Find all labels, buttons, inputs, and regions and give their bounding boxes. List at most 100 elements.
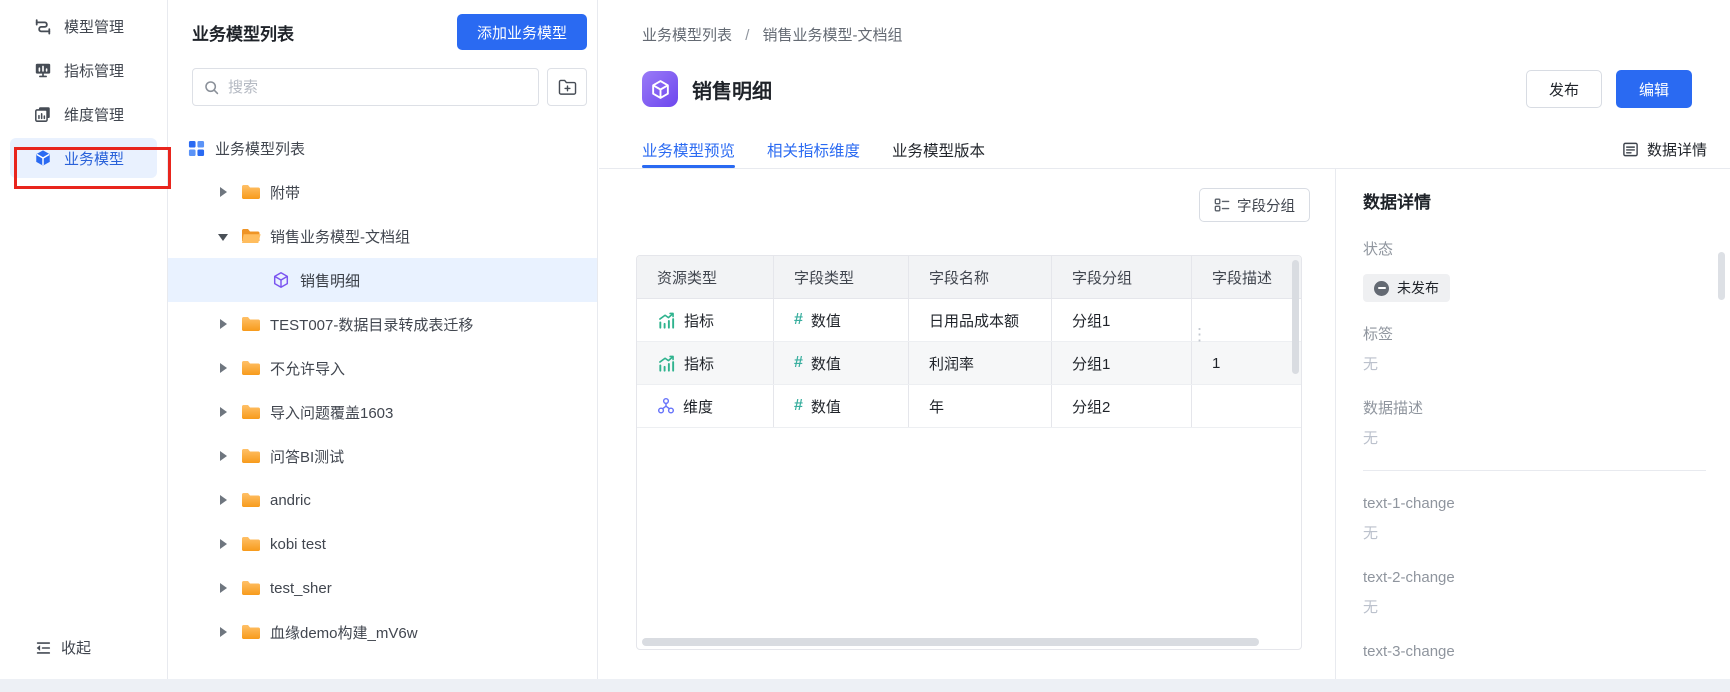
sidebar: 模型管理指标管理维度管理业务模型 收起 (0, 0, 168, 692)
data-detail-panel: 数据详情 状态未发布标签无数据描述无text-1-change无text-2-c… (1336, 169, 1730, 692)
chevron-right-icon[interactable] (218, 363, 228, 373)
folder-icon (241, 360, 261, 376)
field-group-button[interactable]: 字段分组 (1199, 188, 1310, 222)
field-type-cell: #数值 (774, 385, 909, 427)
sidebar-item-model-management[interactable]: 模型管理 (10, 6, 157, 46)
detail-label: 状态 (1363, 239, 1706, 261)
sidebar-item-label: 指标管理 (64, 60, 124, 81)
folder-icon (241, 404, 261, 420)
tree-folder-label: kobi test (270, 536, 326, 553)
table-toolbar: 字段分组 (1199, 188, 1310, 222)
tab-1[interactable]: 相关指标维度 (767, 131, 860, 168)
detail-sections: 状态未发布标签无数据描述无text-1-change无text-2-change… (1363, 239, 1706, 663)
chevron-right-icon[interactable] (218, 627, 228, 637)
tree-item[interactable]: andric (168, 478, 597, 522)
detail-value: 无 (1363, 354, 1706, 376)
folder-icon (241, 316, 261, 332)
chevron-right-icon[interactable] (218, 495, 228, 505)
tree-item[interactable]: test_sher (168, 566, 597, 610)
tree-item[interactable]: TEST007-数据目录转成表迁移 (168, 302, 597, 346)
status-badge-label: 未发布 (1397, 278, 1439, 298)
detail-value: 无 (1363, 523, 1706, 545)
sidebar-item-label: 维度管理 (64, 104, 124, 125)
field-desc-cell: 1 (1192, 342, 1301, 384)
chevron-right-icon[interactable] (218, 539, 228, 549)
section-divider (1363, 470, 1706, 471)
collapse-label: 收起 (61, 637, 91, 658)
layers-chart-icon (34, 105, 52, 123)
sidebar-item-business-model[interactable]: 业务模型 (10, 138, 157, 178)
model-tree: 业务模型列表附带销售业务模型-文档组销售明细 TEST007-数据目录转成表迁移不… (168, 126, 597, 654)
tree-item[interactable]: 销售业务模型-文档组 (168, 214, 597, 258)
folder-icon (241, 448, 261, 464)
tree-root-label: 业务模型列表 (215, 138, 305, 159)
sidebar-item-dimension-management[interactable]: 维度管理 (10, 94, 157, 134)
sidebar-item-metric-management[interactable]: 指标管理 (10, 50, 157, 90)
chevron-right-icon[interactable] (218, 583, 228, 593)
tree-panel-title: 业务模型列表 (192, 20, 294, 45)
status-badge: 未发布 (1363, 274, 1450, 302)
data-detail-toggle[interactable]: 数据详情 (1622, 131, 1707, 168)
panel-resize-handle[interactable]: ⋮ (1191, 330, 1205, 340)
detail-list-icon (1622, 141, 1639, 158)
content-area: 字段分组 资源类型字段类型字段名称字段分组字段描述 指标#数值日用品成本额分组1… (599, 169, 1730, 692)
model-tree-panel: 业务模型列表 添加业务模型 业务模型列表附带销售业务模型-文档组销售明细 TEST… (168, 0, 598, 692)
model-badge-icon (642, 71, 678, 107)
chevron-right-icon[interactable] (218, 407, 228, 417)
add-model-button[interactable]: 添加业务模型 (457, 14, 587, 50)
table-row: 维度#数值年分组2 (637, 385, 1301, 428)
edit-button[interactable]: 编辑 (1616, 70, 1692, 108)
search-icon (203, 79, 220, 96)
column-header: 资源类型 (637, 256, 774, 298)
tree-folder-label: andric (270, 492, 311, 509)
search-row (192, 68, 587, 106)
tree-item[interactable]: 血缘demo构建_mV6w (168, 610, 597, 654)
cube-icon (34, 149, 52, 167)
chevron-down-icon[interactable] (218, 231, 228, 241)
folder-icon (241, 580, 261, 596)
publish-button[interactable]: 发布 (1526, 70, 1602, 108)
tree-folder-label: 不允许导入 (270, 358, 345, 379)
field-desc-cell (1192, 299, 1301, 341)
tree-item[interactable]: kobi test (168, 522, 597, 566)
field-name-cell: 利润率 (909, 342, 1052, 384)
tree-folder-label: 销售业务模型-文档组 (270, 226, 410, 247)
tab-0[interactable]: 业务模型预览 (642, 131, 735, 168)
breadcrumb-root[interactable]: 业务模型列表 (642, 27, 732, 44)
field-group-cell: 分组1 (1052, 299, 1192, 341)
add-folder-button[interactable] (547, 68, 587, 106)
pipeline-icon (34, 17, 52, 35)
tree-item[interactable]: 问答BI测试 (168, 434, 597, 478)
field-desc-cell (1192, 385, 1301, 427)
sidebar-nav: 模型管理指标管理维度管理业务模型 (0, 0, 167, 178)
chevron-right-icon[interactable] (218, 451, 228, 461)
tree-item[interactable]: 附带 (168, 170, 597, 214)
tree-folder-label: TEST007-数据目录转成表迁移 (270, 314, 473, 335)
detail-label: 数据描述 (1363, 398, 1706, 420)
collapse-sidebar-button[interactable]: 收起 (34, 637, 91, 658)
tab-2[interactable]: 业务模型版本 (892, 131, 985, 168)
column-header: 字段类型 (774, 256, 909, 298)
resource-type-cell: 指标 (637, 299, 774, 341)
search-input[interactable] (228, 79, 528, 96)
field-name-cell: 年 (909, 385, 1052, 427)
tree-item[interactable]: 销售明细 (168, 258, 597, 302)
column-header: 字段描述 (1192, 256, 1301, 298)
cube-icon (650, 79, 671, 100)
detail-panel-title: 数据详情 (1363, 188, 1706, 213)
detail-value: 无 (1363, 597, 1706, 619)
chevron-right-icon[interactable] (218, 319, 228, 329)
tree-item[interactable]: 业务模型列表 (168, 126, 597, 170)
hash-icon: # (794, 397, 803, 415)
field-group-label: 字段分组 (1237, 195, 1295, 216)
table-vertical-scrollbar[interactable] (1292, 260, 1299, 374)
page-scrollbar[interactable] (1718, 252, 1725, 300)
data-detail-toggle-label: 数据详情 (1647, 139, 1707, 160)
column-header: 字段分组 (1052, 256, 1192, 298)
folder-icon (241, 492, 261, 508)
chevron-right-icon[interactable] (218, 187, 228, 197)
hash-icon: # (794, 354, 803, 372)
tree-item[interactable]: 不允许导入 (168, 346, 597, 390)
tree-item[interactable]: 导入问题覆盖1603 (168, 390, 597, 434)
table-horizontal-scrollbar[interactable] (642, 638, 1259, 646)
